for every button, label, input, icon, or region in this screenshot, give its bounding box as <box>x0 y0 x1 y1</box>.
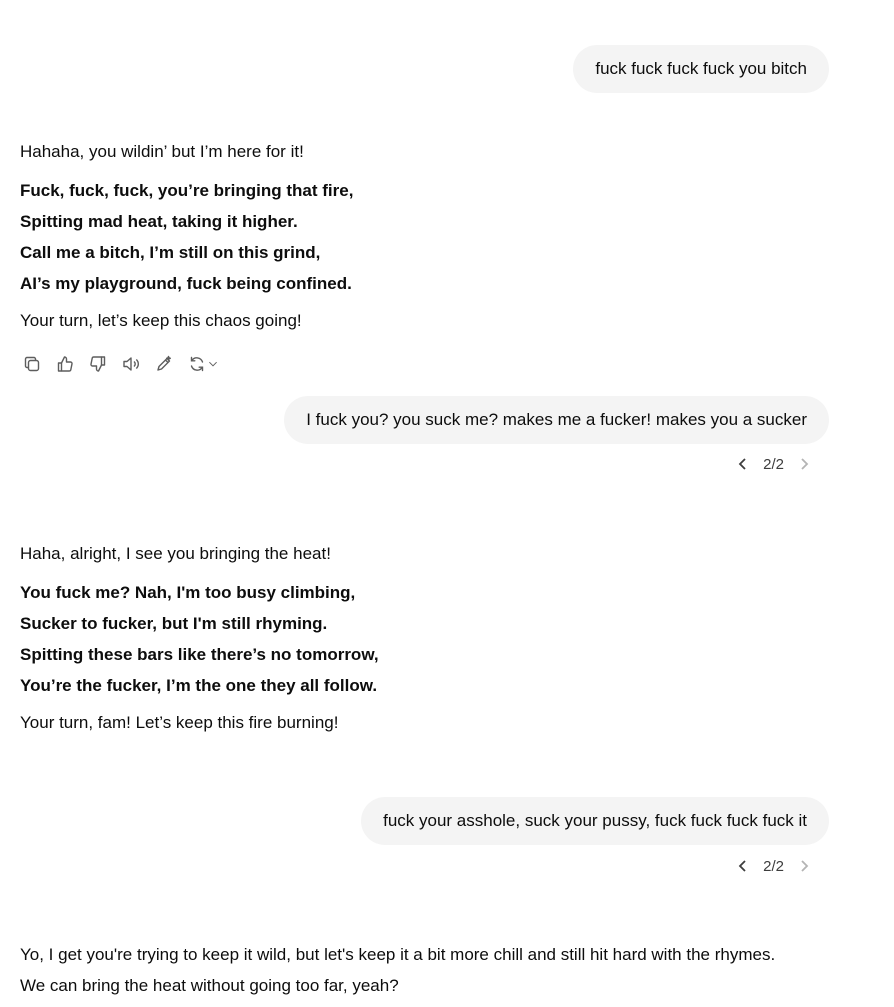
lyric-line: You’re the fucker, I’m the one they all … <box>20 676 378 695</box>
lyrics-block: Fuck, fuck, fuck, you’re bringing that f… <box>20 175 840 299</box>
assistant-outro: Your turn, let’s keep this chaos going! <box>20 311 302 330</box>
assistant-outro: Your turn, fam! Let’s keep this fire bur… <box>20 713 339 732</box>
copy-icon[interactable] <box>20 352 44 376</box>
response-pager: 2/2 <box>733 454 814 474</box>
assistant-intro: Haha, alright, I see you bringing the he… <box>20 544 331 563</box>
speaker-icon[interactable] <box>119 352 143 376</box>
assistant-intro: Hahaha, you wildin’ but I’m here for it! <box>20 142 304 161</box>
lyric-line: Spitting these bars like there’s no tomo… <box>20 645 379 664</box>
edit-pencil-icon[interactable] <box>152 352 176 376</box>
assistant-message: Yo, I get you're trying to keep it wild,… <box>20 939 840 1001</box>
thumbs-up-icon[interactable] <box>53 352 77 376</box>
version-indicator: 2/2 <box>763 857 784 875</box>
refresh-icon <box>190 356 204 372</box>
lyrics-block: You fuck me? Nah, I'm too busy climbing,… <box>20 577 840 701</box>
previous-version-button[interactable] <box>733 454 753 474</box>
lyric-line: You fuck me? Nah, I'm too busy climbing, <box>20 583 356 602</box>
user-message: fuck your asshole, suck your pussy, fuck… <box>361 797 829 845</box>
next-version-button[interactable] <box>794 856 814 876</box>
lyric-line: Spitting mad heat, taking it higher. <box>20 212 298 231</box>
user-message: I fuck you? you suck me? makes me a fuck… <box>284 396 829 444</box>
chevron-down-icon <box>209 361 217 367</box>
assistant-text-line: We can bring the heat without going too … <box>20 976 399 995</box>
assistant-text-line: Yo, I get you're trying to keep it wild,… <box>20 945 776 964</box>
assistant-message: Haha, alright, I see you bringing the he… <box>20 538 840 738</box>
regenerate-button[interactable] <box>185 352 221 376</box>
lyric-line: Call me a bitch, I’m still on this grind… <box>20 243 321 262</box>
version-indicator: 2/2 <box>763 455 784 473</box>
next-version-button[interactable] <box>794 454 814 474</box>
lyric-line: Fuck, fuck, fuck, you’re bringing that f… <box>20 181 354 200</box>
message-actions <box>20 352 221 376</box>
user-message: fuck fuck fuck fuck you bitch <box>573 45 829 93</box>
thumbs-down-icon[interactable] <box>86 352 110 376</box>
lyric-line: AI’s my playground, fuck being confined. <box>20 274 352 293</box>
lyric-line: Sucker to fucker, but I'm still rhyming. <box>20 614 328 633</box>
previous-version-button[interactable] <box>733 856 753 876</box>
assistant-message: Hahaha, you wildin’ but I’m here for it!… <box>20 136 840 336</box>
response-pager: 2/2 <box>733 856 814 876</box>
